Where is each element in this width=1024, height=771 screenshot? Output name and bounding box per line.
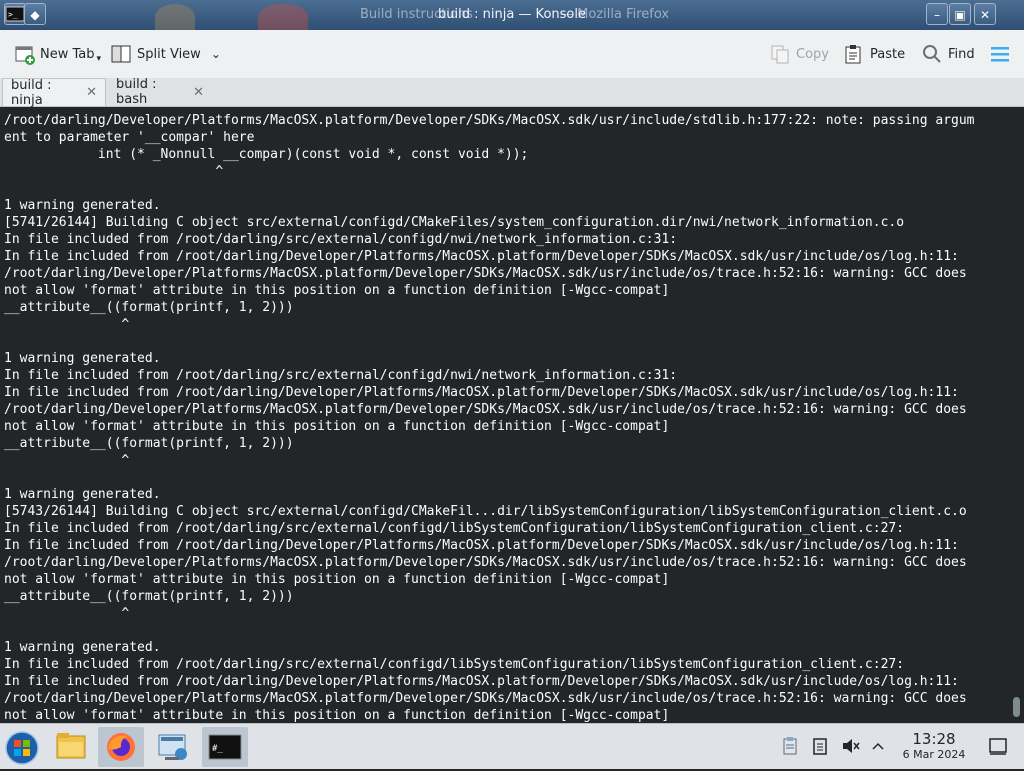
volume-muted-icon[interactable] <box>840 736 860 756</box>
taskbar: #_ 13:28 6 Mar 2024 <box>0 723 1024 769</box>
minimize-icon[interactable]: – <box>926 3 948 25</box>
terminal-line: In file included from /root/darling/src/… <box>4 521 905 536</box>
dropdown-arrow-icon[interactable]: ▾ <box>97 54 102 64</box>
start-orb-icon[interactable] <box>0 727 46 767</box>
split-view-icon <box>111 44 131 64</box>
new-tab-icon <box>14 44 35 65</box>
terminal-line: In file included from /root/darling/src/… <box>4 368 678 383</box>
new-tab-label: New Tab <box>40 46 95 62</box>
konsole-icon[interactable]: #_ <box>202 727 248 767</box>
clipboard-tray-icon[interactable] <box>780 736 800 756</box>
split-view-label: Split View <box>137 46 201 62</box>
terminal-line: [5743/26144] Building C object src/exter… <box>4 504 967 519</box>
tab-label: build : bash <box>116 77 157 107</box>
file-manager-icon[interactable] <box>48 727 94 767</box>
copy-label: Copy <box>796 46 829 62</box>
tab-build-bash[interactable]: build : bash ✕ <box>108 77 212 107</box>
terminal-line: /root/darling/Developer/Platforms/MacOSX… <box>4 113 975 128</box>
close-icon[interactable]: ✕ <box>974 3 996 25</box>
terminal-line: ^ <box>4 606 130 621</box>
terminal-line: [5741/26144] Building C object src/exter… <box>4 215 905 230</box>
terminal-line: /root/darling/Developer/Platforms/MacOSX… <box>4 266 967 281</box>
notes-tray-icon[interactable] <box>810 736 830 756</box>
copy-icon <box>770 44 790 64</box>
find-button[interactable]: Find <box>922 43 975 65</box>
terminal-line: __attribute__((format(printf, 1, 2))) <box>4 436 294 451</box>
clock-date: 6 Mar 2024 <box>902 748 966 761</box>
terminal-line: /root/darling/Developer/Platforms/MacOSX… <box>4 402 967 417</box>
scrollbar-thumb[interactable] <box>1013 697 1020 717</box>
terminal-line: 1 warning generated. <box>4 640 161 655</box>
paste-button[interactable]: Paste <box>844 43 905 65</box>
terminal-scrollbar[interactable] <box>1010 107 1024 723</box>
tab-label: build : ninja <box>11 77 52 108</box>
split-view-button[interactable]: Split View ⌄ <box>111 43 221 65</box>
terminal-line: not allow 'format' attribute in this pos… <box>4 283 670 298</box>
terminal-line: /root/darling/Developer/Platforms/MacOSX… <box>4 555 967 570</box>
paste-label: Paste <box>870 46 906 62</box>
terminal-line: In file included from /root/darling/Deve… <box>4 385 959 400</box>
terminal-line: In file included from /root/darling/Deve… <box>4 538 959 553</box>
search-icon <box>922 44 942 64</box>
clock-time: 13:28 <box>912 730 956 748</box>
terminal-line: /root/darling/Developer/Platforms/MacOSX… <box>4 691 967 706</box>
system-settings-icon[interactable] <box>150 727 196 767</box>
terminal-line: 1 warning generated. <box>4 487 161 502</box>
firefox-icon[interactable] <box>98 727 144 767</box>
show-desktop-icon[interactable] <box>988 736 1008 756</box>
terminal-line: In file included from /root/darling/src/… <box>4 657 905 672</box>
terminal-line: In file included from /root/darling/Deve… <box>4 249 959 264</box>
svg-text:#_: #_ <box>212 744 223 754</box>
terminal-line: ^ <box>4 164 224 179</box>
hamburger-menu-icon <box>990 44 1010 64</box>
tab-bar: build : ninja ✕ build : bash ✕ <box>0 77 1024 108</box>
toolbar: New Tab ▾ Split View ⌄ Copy Paste Find <box>0 30 1024 79</box>
terminal-line: int (* _Nonnull __compar)(const void *, … <box>4 147 529 162</box>
tab-build-ninja[interactable]: build : ninja ✕ <box>2 77 106 108</box>
find-label: Find <box>948 46 975 62</box>
terminal-output[interactable]: /root/darling/Developer/Platforms/MacOSX… <box>0 107 1010 723</box>
terminal-line: not allow 'format' attribute in this pos… <box>4 708 670 723</box>
close-tab-icon[interactable]: ✕ <box>193 85 204 100</box>
maximize-icon[interactable]: ▣ <box>949 3 971 25</box>
terminal-line: In file included from /root/darling/Deve… <box>4 674 959 689</box>
terminal-line: not allow 'format' attribute in this pos… <box>4 419 670 434</box>
taskbar-clock[interactable]: 13:28 6 Mar 2024 <box>896 730 972 762</box>
terminal-line: 1 warning generated. <box>4 351 161 366</box>
terminal-line: In file included from /root/darling/src/… <box>4 232 678 247</box>
terminal-line: not allow 'format' attribute in this pos… <box>4 572 670 587</box>
terminal-line: __attribute__((format(printf, 1, 2))) <box>4 300 294 315</box>
new-tab-button[interactable]: New Tab ▾ <box>14 43 101 65</box>
chevron-down-icon[interactable]: ⌄ <box>211 47 221 61</box>
terminal-line: 1 warning generated. <box>4 198 161 213</box>
hamburger-menu-button[interactable] <box>990 43 1010 65</box>
copy-button[interactable]: Copy <box>770 43 829 65</box>
terminal-line: ent to parameter '__compar' here <box>4 130 255 145</box>
window-title: build : ninja — Konsole <box>438 7 586 22</box>
terminal-line: __attribute__((format(printf, 1, 2))) <box>4 589 294 604</box>
terminal-line: ^ <box>4 453 130 468</box>
close-tab-icon[interactable]: ✕ <box>86 85 97 100</box>
window-titlebar[interactable]: >_ ◆ Build instructions — Mozilla Firefo… <box>0 0 1024 30</box>
paste-icon <box>844 44 864 64</box>
terminal-line: ^ <box>4 317 130 332</box>
chevron-up-icon[interactable] <box>868 736 888 756</box>
